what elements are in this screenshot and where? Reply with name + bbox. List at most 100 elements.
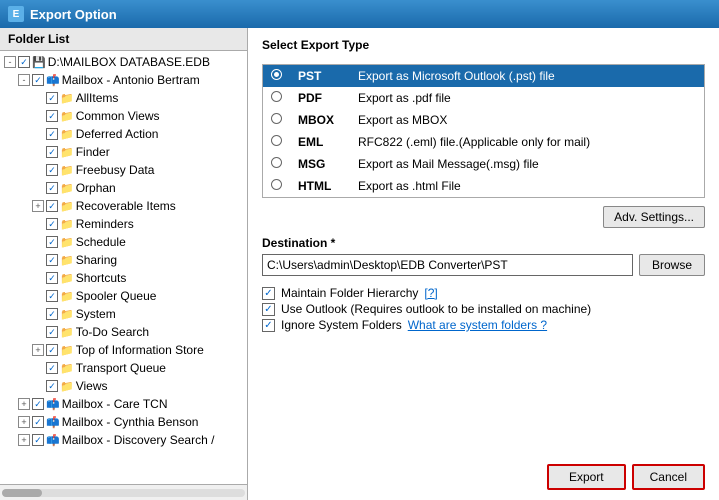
scroll-thumb[interactable] [2,489,42,497]
folder-checkbox[interactable]: ✓ [46,236,58,248]
right-panel: Select Export Type PSTExport as Microsof… [248,28,719,500]
folder-icon: 💾 [32,56,46,69]
folder-item-top-info-store[interactable]: +✓📁Top of Information Store [0,341,247,359]
folder-checkbox[interactable]: ✓ [32,416,44,428]
folder-item-sharing[interactable]: ✓📁Sharing [0,251,247,269]
folder-item-reminders[interactable]: ✓📁Reminders [0,215,247,233]
export-type-row-mbox[interactable]: MBOXExport as MBOX [263,109,704,131]
expand-icon[interactable]: + [18,434,30,446]
option-label: Use Outlook (Requires outlook to be inst… [281,302,591,316]
option-checkbox[interactable]: ✓ [262,319,275,332]
folder-label: Freebusy Data [76,163,155,177]
folder-item-finder[interactable]: ✓📁Finder [0,143,247,161]
option-checkbox[interactable]: ✓ [262,303,275,316]
option-help-link[interactable]: [?] [424,286,437,300]
folder-label: Mailbox - Cynthia Benson [62,415,199,429]
folder-icon: 📁 [60,362,74,375]
expand-icon[interactable]: + [32,344,44,356]
expand-icon[interactable]: - [4,56,16,68]
folder-item-deferred-action[interactable]: ✓📁Deferred Action [0,125,247,143]
expand-icon [32,254,44,266]
folder-icon: 📁 [60,290,74,303]
folder-checkbox[interactable]: ✓ [46,164,58,176]
expand-icon[interactable]: + [18,416,30,428]
folder-checkbox[interactable]: ✓ [46,92,58,104]
folder-label: System [76,307,116,321]
expand-icon [32,272,44,284]
folder-item-mailbox-discovery[interactable]: +✓📫Mailbox - Discovery Search / [0,431,247,449]
export-type-row-pst[interactable]: PSTExport as Microsoft Outlook (.pst) fi… [263,65,704,87]
folder-label: Mailbox - Antonio Bertram [62,73,200,87]
folder-item-views[interactable]: ✓📁Views [0,377,247,395]
folder-checkbox[interactable]: ✓ [46,344,58,356]
folder-icon: 📁 [60,182,74,195]
export-type-row-msg[interactable]: MSGExport as Mail Message(.msg) file [263,153,704,175]
export-button[interactable]: Export [547,464,626,490]
folder-checkbox[interactable]: ✓ [32,74,44,86]
expand-icon[interactable]: + [18,398,30,410]
folder-checkbox[interactable]: ✓ [46,254,58,266]
export-type-desc: Export as .html File [350,175,704,197]
export-type-desc: Export as Microsoft Outlook (.pst) file [350,65,704,87]
expand-icon [32,362,44,374]
option-row-use-outlook[interactable]: ✓ Use Outlook (Requires outlook to be ins… [262,302,705,316]
folder-checkbox[interactable]: ✓ [46,182,58,194]
destination-input[interactable] [262,254,633,276]
folder-item-shortcuts[interactable]: ✓📁Shortcuts [0,269,247,287]
folder-checkbox[interactable]: ✓ [46,308,58,320]
export-type-row-html[interactable]: HTMLExport as .html File [263,175,704,197]
folder-item-root[interactable]: -✓💾D:\MAILBOX DATABASE.EDB [0,53,247,71]
folder-checkbox[interactable]: ✓ [46,200,58,212]
folder-item-schedule[interactable]: ✓📁Schedule [0,233,247,251]
export-type-row-pdf[interactable]: PDFExport as .pdf file [263,87,704,109]
folder-item-allitems[interactable]: ✓📁AllItems [0,89,247,107]
folder-checkbox[interactable]: ✓ [46,146,58,158]
cancel-button[interactable]: Cancel [632,464,705,490]
folder-item-transport-queue[interactable]: ✓📁Transport Queue [0,359,247,377]
folder-checkbox[interactable]: ✓ [46,362,58,374]
option-checkbox[interactable]: ✓ [262,287,275,300]
export-type-desc: Export as Mail Message(.msg) file [350,153,704,175]
folder-item-mailbox-cynthia[interactable]: +✓📫Mailbox - Cynthia Benson [0,413,247,431]
export-type-section: PSTExport as Microsoft Outlook (.pst) fi… [262,64,705,198]
folder-checkbox[interactable]: ✓ [46,218,58,230]
browse-button[interactable]: Browse [639,254,705,276]
dialog-title: Export Option [30,7,117,22]
folder-item-common-views[interactable]: ✓📁Common Views [0,107,247,125]
folder-tree[interactable]: -✓💾D:\MAILBOX DATABASE.EDB-✓📫Mailbox - A… [0,51,247,484]
folder-item-orphan[interactable]: ✓📁Orphan [0,179,247,197]
folder-checkbox[interactable]: ✓ [32,434,44,446]
folder-item-mailbox-care-tcn[interactable]: +✓📫Mailbox - Care TCN [0,395,247,413]
expand-icon[interactable]: - [18,74,30,86]
expand-icon[interactable]: + [32,200,44,212]
horizontal-scrollbar[interactable] [0,484,247,500]
expand-icon [32,110,44,122]
folder-checkbox[interactable]: ✓ [46,326,58,338]
folder-checkbox[interactable]: ✓ [46,290,58,302]
folder-checkbox[interactable]: ✓ [46,380,58,392]
expand-icon [32,182,44,194]
folder-panel: Folder List -✓💾D:\MAILBOX DATABASE.EDB-✓… [0,28,248,500]
folder-item-spooler-queue[interactable]: ✓📁Spooler Queue [0,287,247,305]
app-icon: E [8,6,24,22]
folder-item-to-do-search[interactable]: ✓📁To-Do Search [0,323,247,341]
folder-checkbox[interactable]: ✓ [46,110,58,122]
folder-checkbox[interactable]: ✓ [18,56,30,68]
export-type-name: PST [290,65,350,87]
folder-checkbox[interactable]: ✓ [46,128,58,140]
folder-item-recoverable-items[interactable]: +✓📁Recoverable Items [0,197,247,215]
option-row-maintain-hierarchy[interactable]: ✓Maintain Folder Hierarchy[?] [262,286,705,300]
adv-settings-button[interactable]: Adv. Settings... [603,206,705,228]
folder-checkbox[interactable]: ✓ [46,272,58,284]
option-row-ignore-system[interactable]: ✓Ignore System FoldersWhat are system fo… [262,318,705,332]
main-container: Folder List -✓💾D:\MAILBOX DATABASE.EDB-✓… [0,28,719,500]
folder-label: Common Views [76,109,160,123]
export-type-row-eml[interactable]: EMLRFC822 (.eml) file.(Applicable only f… [263,131,704,153]
folder-icon: 📁 [60,236,74,249]
export-type-desc: RFC822 (.eml) file.(Applicable only for … [350,131,704,153]
folder-item-freebusy-data[interactable]: ✓📁Freebusy Data [0,161,247,179]
folder-checkbox[interactable]: ✓ [32,398,44,410]
option-help-link[interactable]: What are system folders ? [408,318,547,332]
folder-item-mailbox-antonio[interactable]: -✓📫Mailbox - Antonio Bertram [0,71,247,89]
folder-item-system[interactable]: ✓📁System [0,305,247,323]
